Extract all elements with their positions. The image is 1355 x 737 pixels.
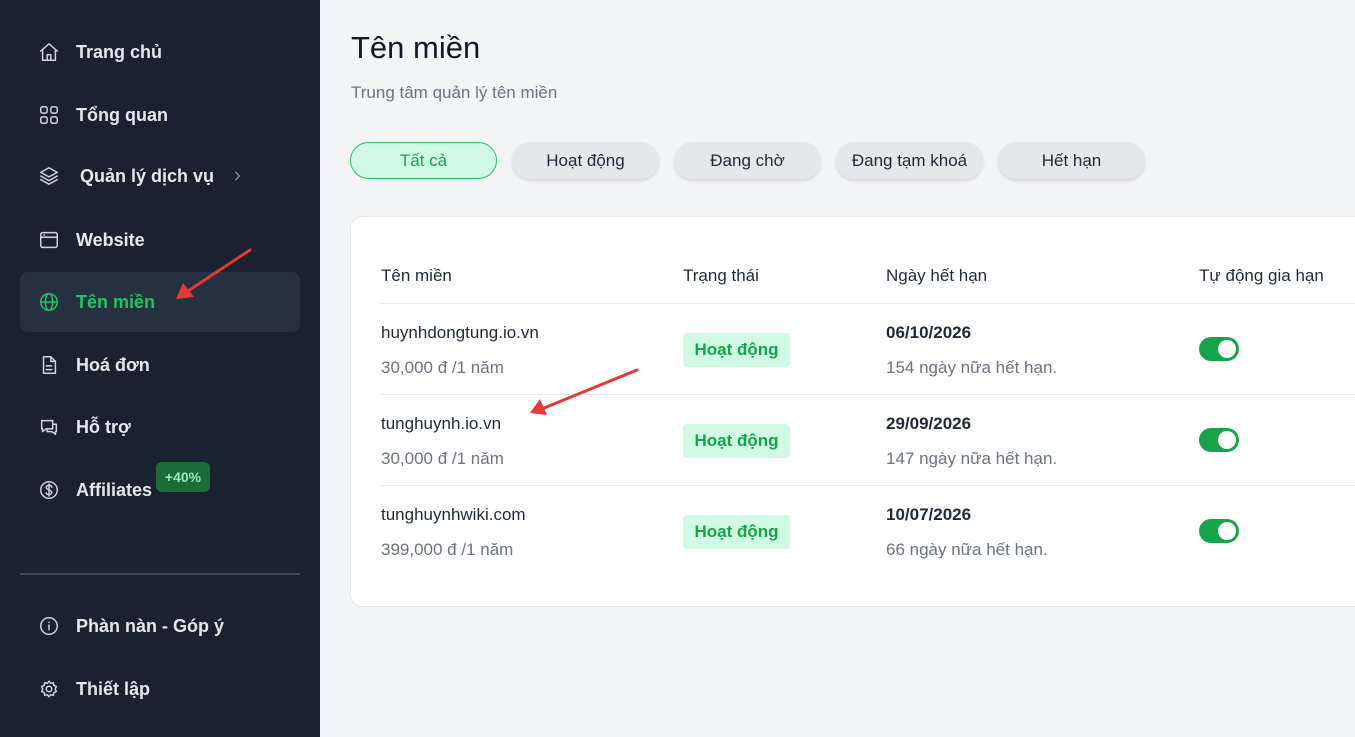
column-header-domain: Tên miền — [381, 266, 452, 285]
sidebar-item-label: Trang chủ — [76, 41, 163, 62]
affiliate-badge: +40% — [156, 462, 210, 492]
status-badge: Hoạt động — [683, 515, 790, 549]
page-title: Tên miền — [351, 30, 481, 65]
page-subtitle: Trung tâm quản lý tên miền — [351, 83, 558, 102]
days-remaining: 66 ngày nữa hết hạn. — [886, 540, 1048, 559]
row-divider — [381, 303, 1355, 304]
domain-name[interactable]: tunghuynh.io.vn — [381, 414, 501, 434]
sidebar-item-label: Quản lý dịch vụ — [80, 165, 215, 186]
domain-price: 30,000 đ /1 năm — [381, 358, 504, 377]
filter-suspended[interactable]: Đang tạm khoá — [836, 142, 983, 179]
browser-icon — [37, 228, 61, 252]
sidebar-item-label: Tên miền — [76, 291, 156, 312]
column-header-status: Trạng thái — [683, 266, 759, 285]
domain-name[interactable]: huynhdongtung.io.vn — [381, 323, 539, 343]
grid-icon — [37, 103, 61, 127]
toggle-knob — [1218, 522, 1236, 540]
layers-icon — [37, 164, 61, 188]
sidebar-divider — [20, 573, 300, 575]
row-divider — [381, 394, 1355, 395]
chevron-right-icon — [230, 169, 244, 183]
status-badge: Hoạt động — [683, 333, 790, 367]
column-header-auto-renew: Tự động gia hạn — [1199, 266, 1324, 285]
globe-icon — [37, 290, 61, 314]
filter-all[interactable]: Tất cả — [350, 142, 497, 179]
sidebar-item-website[interactable]: Website — [20, 210, 300, 270]
chat-icon — [37, 415, 61, 439]
row-divider — [381, 485, 1355, 486]
sidebar-item-overview[interactable]: Tổng quan — [20, 85, 300, 145]
sidebar-item-support[interactable]: Hỗ trợ — [20, 397, 300, 457]
sidebar-item-label: Tổng quan — [76, 104, 168, 125]
info-icon — [37, 614, 61, 638]
dollar-icon — [37, 478, 61, 502]
expiry-date: 10/07/2026 — [886, 505, 972, 524]
auto-renew-toggle[interactable] — [1199, 519, 1239, 543]
sidebar-item-label: Affiliates — [76, 479, 153, 500]
domain-name[interactable]: tunghuynhwiki.com — [381, 505, 526, 525]
status-badge: Hoạt động — [683, 424, 790, 458]
auto-renew-toggle[interactable] — [1199, 428, 1239, 452]
sidebar-item-feedback[interactable]: Phàn nàn - Góp ý — [20, 596, 300, 656]
domain-price: 399,000 đ /1 năm — [381, 540, 514, 559]
filter-pending[interactable]: Đang chờ — [674, 142, 821, 179]
gear-icon — [37, 677, 61, 701]
sidebar: Trang chủ Tổng quan Quản lý dịch vụ Webs… — [0, 0, 320, 737]
column-header-expiry: Ngày hết hạn — [886, 266, 988, 285]
sidebar-item-label: Hỗ trợ — [76, 416, 131, 437]
filter-active[interactable]: Hoạt động — [512, 142, 659, 179]
sidebar-item-invoices[interactable]: Hoá đơn — [20, 335, 300, 395]
expiry-date: 06/10/2026 — [886, 323, 972, 342]
sidebar-item-label: Phàn nàn - Góp ý — [76, 615, 225, 636]
sidebar-item-label: Thiết lập — [76, 678, 151, 699]
sidebar-item-settings[interactable]: Thiết lập — [20, 659, 300, 719]
home-icon — [37, 40, 61, 64]
domain-table-card: Tên miền Trạng thái Ngày hết hạn Tự động… — [350, 216, 1355, 607]
auto-renew-toggle[interactable] — [1199, 337, 1239, 361]
domain-price: 30,000 đ /1 năm — [381, 449, 504, 468]
days-remaining: 147 ngày nữa hết hạn. — [886, 449, 1058, 468]
sidebar-item-domains[interactable]: Tên miền — [20, 272, 300, 332]
invoice-icon — [37, 353, 61, 377]
filter-expired[interactable]: Hết hạn — [998, 142, 1145, 179]
sidebar-item-label: Hoá đơn — [76, 354, 150, 375]
expiry-date: 29/09/2026 — [886, 414, 972, 433]
sidebar-item-services[interactable]: Quản lý dịch vụ — [20, 146, 300, 206]
days-remaining: 154 ngày nữa hết hạn. — [886, 358, 1058, 377]
sidebar-item-label: Website — [76, 229, 145, 250]
toggle-knob — [1218, 340, 1236, 358]
toggle-knob — [1218, 431, 1236, 449]
sidebar-item-home[interactable]: Trang chủ — [20, 22, 300, 82]
